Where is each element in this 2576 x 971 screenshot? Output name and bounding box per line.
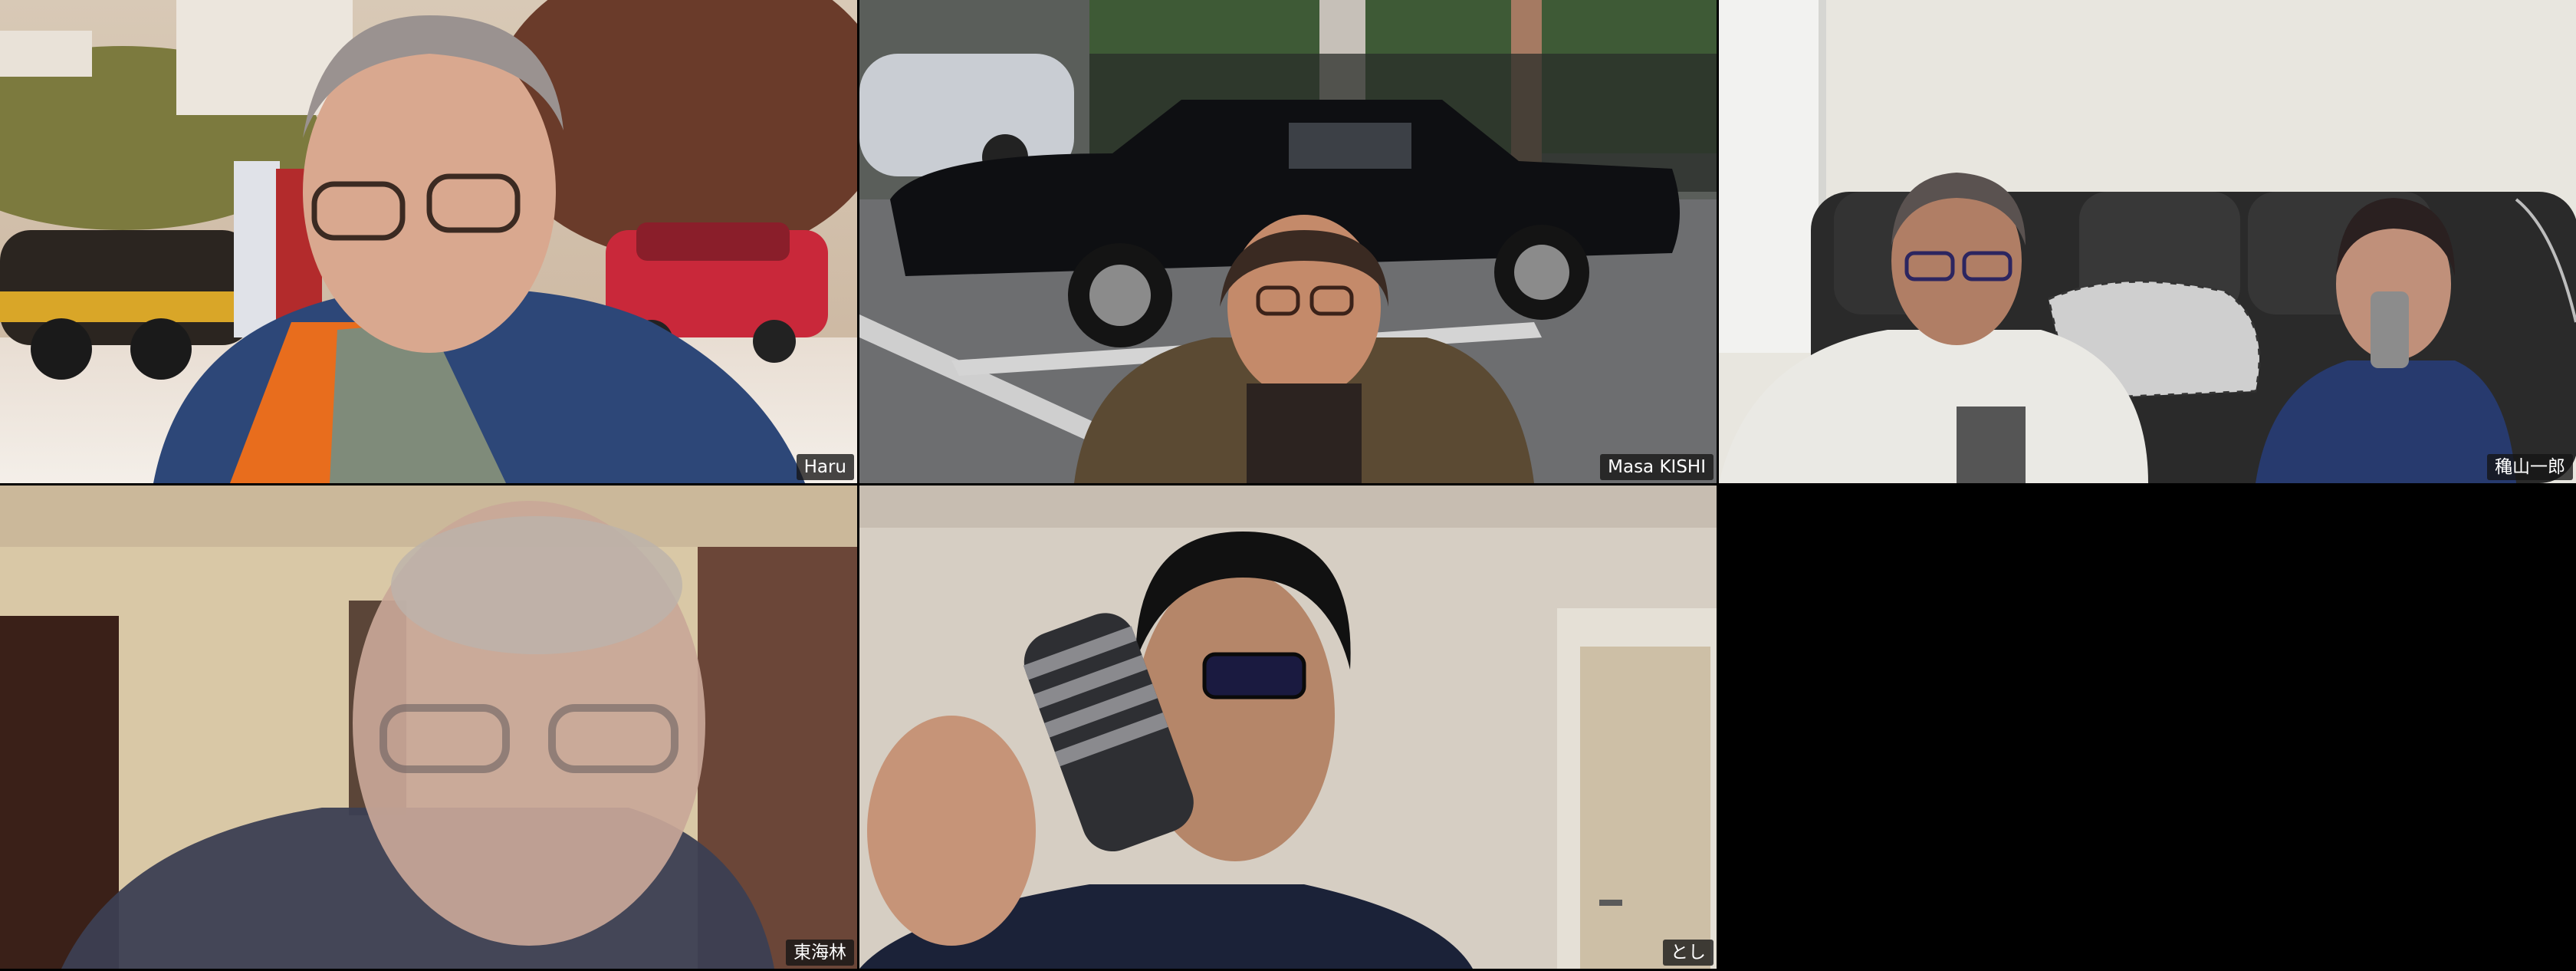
participant-name-label: 東海林 [786, 940, 854, 966]
participant-tile-akiyama[interactable]: 穐山一郎 [1719, 0, 2576, 483]
participant-tile-shoji[interactable]: 東海林 [0, 486, 857, 969]
empty-gallery-slot [1719, 486, 2576, 971]
video-gallery: Haru Masa KISHI 穐山一郎 東海林 とし [0, 0, 2576, 971]
participant-name-label: Haru [796, 454, 854, 480]
participant-tile-haru[interactable]: Haru [0, 0, 857, 483]
participant-tile-masa-kishi[interactable]: Masa KISHI [859, 0, 1717, 483]
video-feed [0, 0, 857, 483]
participant-name-label: Masa KISHI [1600, 454, 1714, 480]
participant-name-label: とし [1663, 940, 1714, 966]
video-feed [859, 486, 1717, 969]
video-feed [0, 486, 857, 969]
participant-tile-toshi[interactable]: とし [859, 486, 1717, 969]
video-feed [859, 0, 1717, 483]
video-feed [1719, 0, 2576, 483]
participant-name-label: 穐山一郎 [2487, 454, 2573, 480]
